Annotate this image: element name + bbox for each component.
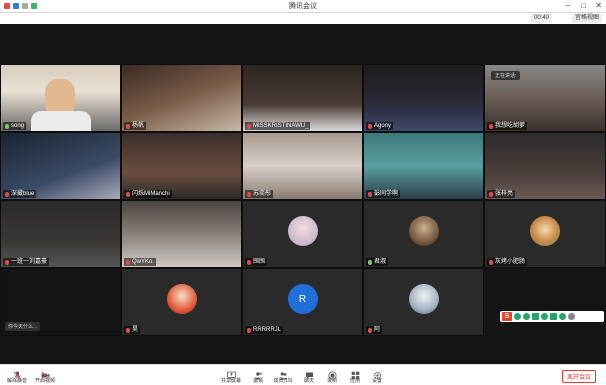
minimize-icon[interactable]: –: [566, 1, 570, 11]
invite-icon: [254, 367, 263, 380]
mic-icon: [368, 259, 372, 265]
settings-button[interactable]: 设置: [362, 367, 392, 384]
video-button[interactable]: 开启视频: [30, 367, 60, 384]
participant-tile[interactable]: 张梓亮: [484, 132, 606, 200]
participant-name: QwYKo.: [132, 259, 155, 265]
avatar: [530, 216, 560, 246]
meeting-top-strip: 00:40 宫格视图: [0, 13, 606, 24]
avatar: R: [287, 284, 318, 314]
meeting-toolbar: 解除静音 开启视频 共享屏幕 邀请 成员(19) 聊天 录制 应用 设置 离开会…: [0, 364, 606, 385]
mic-icon: [5, 191, 9, 197]
avatar: [408, 284, 439, 314]
mic-icon: [489, 123, 493, 129]
participant-tile[interactable]: R RRRRRJL: [242, 268, 363, 336]
participant-name: MISSKRISTINAWU_: [253, 123, 309, 129]
participant-tile[interactable]: 一班一刘嘉豪: [0, 200, 121, 268]
mic-icon: [247, 123, 251, 129]
chat-icon: [305, 367, 314, 379]
mic-icon: [5, 259, 9, 265]
members-icon: [279, 367, 288, 380]
mic-icon: [5, 123, 9, 129]
mic-muted-icon: [13, 367, 22, 380]
participant-name: 昊: [132, 327, 139, 333]
mic-icon: [368, 327, 372, 333]
ime-tools-icon[interactable]: [559, 313, 566, 320]
mic-icon: [368, 123, 372, 129]
ime-emoji-icon[interactable]: [523, 313, 530, 320]
ime-mic-icon[interactable]: [532, 313, 539, 320]
avatar: [408, 216, 439, 246]
participant-name: 君淑: [374, 259, 387, 265]
self-view-tile[interactable]: 你今天什么...: [0, 268, 121, 336]
self-status-toast: 你今天什么...: [5, 322, 41, 331]
share-screen-icon: [226, 367, 236, 380]
gear-icon: [373, 367, 382, 380]
participant-tile[interactable]: 正在讲话: 我想吃胡萝: [484, 64, 606, 132]
participant-tile[interactable]: 苏奕彤: [242, 132, 363, 200]
ime-mode-icon[interactable]: [514, 313, 521, 320]
participant-tile[interactable]: 彭同学啊: [363, 132, 484, 200]
mic-icon: [247, 191, 251, 197]
mic-icon: [489, 191, 493, 197]
participant-name: RRRRRJL: [253, 327, 282, 333]
meeting-timer: 00:40: [530, 14, 552, 23]
participant-name: 苏奕彤: [253, 191, 272, 197]
ime-skin-icon[interactable]: [550, 313, 557, 320]
mic-icon: [126, 327, 130, 333]
ime-settings-icon[interactable]: [568, 313, 575, 320]
participant-name: Agony: [374, 123, 392, 129]
participant-tile[interactable]: song: [0, 64, 121, 132]
unmute-button[interactable]: 解除静音: [2, 367, 32, 384]
mic-icon: [126, 259, 130, 265]
participant-name: song: [11, 123, 25, 129]
participant-tile[interactable]: 灰烤小肥肠: [484, 200, 606, 268]
ime-logo[interactable]: S: [502, 312, 512, 321]
apps-icon: [351, 367, 360, 380]
participant-name: 闪烁MiManchi: [132, 191, 170, 197]
participant-tile[interactable]: MISSKRISTINAWU_: [242, 64, 363, 132]
speaking-toast: 正在讲话:: [491, 71, 521, 80]
video-feed-body: [31, 111, 91, 131]
mic-icon: [247, 259, 251, 265]
participant-name: 张梓亮: [495, 191, 514, 197]
view-mode-button[interactable]: 宫格视图: [571, 14, 602, 23]
title-bar: 腾讯会议 – □ ✕: [0, 0, 606, 13]
participant-tile[interactable]: QwYKo.: [121, 200, 242, 268]
maximize-icon[interactable]: □: [581, 1, 586, 11]
participant-name: 一班一刘嘉豪: [11, 259, 48, 265]
participant-name: 我想吃胡萝: [495, 123, 526, 129]
avatar: [166, 284, 197, 314]
participant-name: 杨帆: [132, 123, 145, 129]
participant-tile[interactable]: 君淑: [363, 200, 484, 268]
participant-name: 灰烤小肥肠: [495, 259, 526, 265]
participant-tile[interactable]: Agony: [363, 64, 484, 132]
participant-name: 囤囤: [253, 259, 266, 265]
close-icon[interactable]: ✕: [595, 1, 602, 11]
share-screen-button[interactable]: 共享屏幕: [216, 367, 246, 384]
window-title: 腾讯会议: [289, 3, 317, 10]
mic-icon: [126, 123, 130, 129]
participant-tile[interactable]: 深藏blue: [0, 132, 121, 200]
leave-meeting-button[interactable]: 离开会议: [561, 370, 596, 383]
participant-tile[interactable]: 阿: [363, 268, 484, 336]
participant-tile[interactable]: 杨帆: [121, 64, 242, 132]
mic-icon: [126, 191, 130, 197]
mic-icon: [247, 327, 251, 333]
camera-off-icon: [41, 367, 50, 380]
video-feed: [45, 79, 75, 115]
ime-keyboard-icon[interactable]: [541, 313, 548, 320]
record-icon: [328, 367, 337, 380]
ime-toolbar[interactable]: S: [500, 311, 604, 322]
empty-tile: [484, 268, 606, 336]
participant-tile[interactable]: 昊: [121, 268, 242, 336]
avatar: [287, 216, 318, 246]
participant-name: 阿: [374, 327, 381, 333]
participant-name: 彭同学啊: [374, 191, 399, 197]
participant-tile[interactable]: 囤囤: [242, 200, 363, 268]
mic-icon: [368, 191, 372, 197]
participant-name: 深藏blue: [11, 191, 35, 197]
participant-tile[interactable]: 闪烁MiManchi: [121, 132, 242, 200]
mic-icon: [489, 259, 493, 265]
